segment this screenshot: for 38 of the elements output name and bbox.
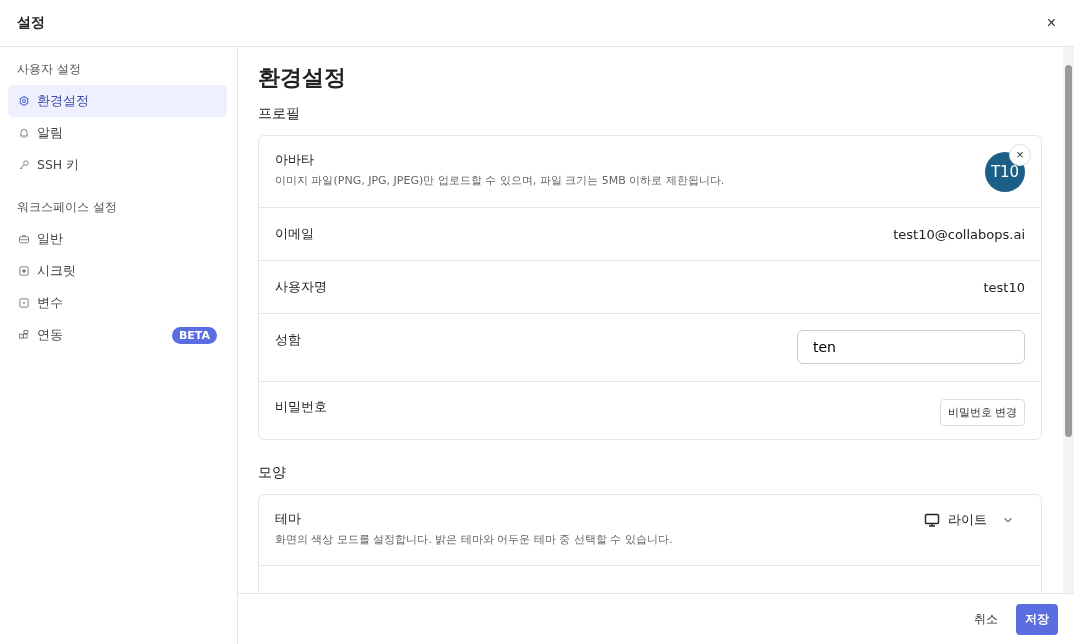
scrollbar[interactable] <box>1063 47 1074 593</box>
briefcase-icon <box>18 233 30 245</box>
setting-value: test10@collabops.ai <box>893 226 1025 242</box>
sidebar-item[interactable]: 시크릿 <box>8 255 227 287</box>
setting-label: 이메일 <box>275 225 314 243</box>
name-field[interactable]: ten <box>797 330 1025 364</box>
sidebar-heading: 사용자 설정 <box>16 61 82 78</box>
page-title: 환경설정 <box>258 64 347 92</box>
close-button[interactable]: × <box>1046 14 1056 32</box>
section-heading: 프로필 <box>258 105 301 123</box>
setting-description: 이미지 파일(PNG, JPG, JPEG)만 업로드할 수 있으며, 파일 크기는 5MB 이하로 제한됩니다. <box>275 173 725 188</box>
setting-label: 아바타 <box>275 152 315 169</box>
sidebar-item[interactable]: 알림 <box>8 117 227 149</box>
change-password-button[interactable]: 비밀번호 변경 <box>939 399 1025 426</box>
blocks-icon <box>18 329 30 341</box>
beta-badge: BETA <box>171 326 217 344</box>
setting-label: 성함 <box>275 331 301 349</box>
cancel-button[interactable]: 취소 <box>964 604 1008 634</box>
save-button[interactable]: 저장 <box>1016 603 1058 635</box>
theme-select[interactable]: 라이트 <box>924 511 1025 529</box>
section-heading: 모양 <box>258 464 287 482</box>
remove-avatar-button[interactable]: × <box>1009 144 1031 166</box>
key-icon <box>18 159 30 171</box>
sidebar-heading: 워크스페이스 설정 <box>16 199 118 216</box>
setting-label: 비밀번호 <box>275 399 327 416</box>
sidebar-item[interactable]: 일반 <box>8 223 227 255</box>
setting-label: 사용자명 <box>275 278 327 296</box>
setting-label: 테마 <box>275 511 302 528</box>
window-title: 설정 <box>17 14 45 32</box>
sidebar-item[interactable]: 환경설정 <box>8 85 227 117</box>
monitor-icon <box>924 512 940 528</box>
setting-description: 화면의 색상 모드를 설정합니다. 밝은 테마와 어두운 테마 중 선택할 수 있습니다. <box>275 532 673 547</box>
sidebar-item[interactable]: SSH 키 <box>8 149 227 181</box>
gear-icon <box>18 95 30 107</box>
sidebar-item[interactable]: 연동 BETA <box>8 319 227 351</box>
setting-value: test10 <box>983 279 1025 295</box>
bell-icon <box>18 127 30 139</box>
sidebar-item[interactable]: 변수 <box>8 287 227 319</box>
